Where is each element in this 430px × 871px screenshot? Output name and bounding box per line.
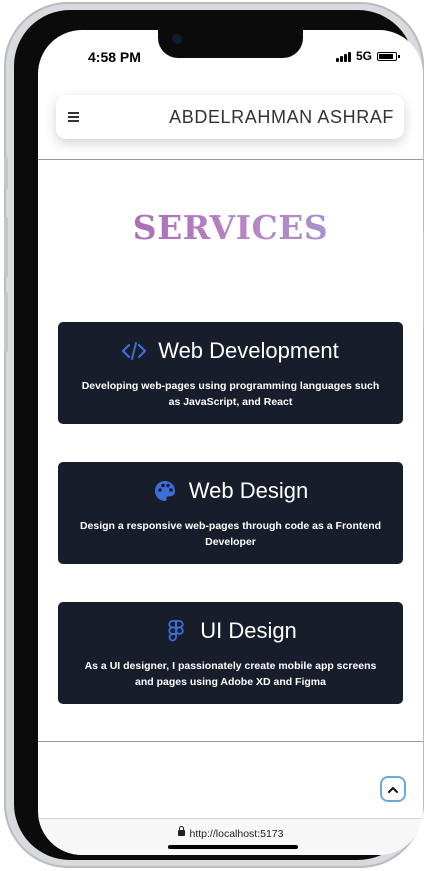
url-text: http://localhost:5173 [189, 828, 284, 840]
signal-icon [335, 51, 351, 62]
battery-icon [377, 51, 400, 61]
service-card: Web Design Design a responsive web-pages… [58, 462, 403, 564]
phone-side-button [4, 217, 8, 277]
screen: 4:58 PM 5G ABDELRAHMAN ASHRAF SERVICES W… [38, 30, 423, 855]
phone-bezel: 4:58 PM 5G ABDELRAHMAN ASHRAF SERVICES W… [14, 10, 423, 860]
status-indicators: 5G [335, 49, 400, 63]
brand-name[interactable]: ABDELRAHMAN ASHRAF [169, 107, 394, 128]
service-description: Design a responsive web-pages through co… [79, 520, 382, 548]
notch [158, 30, 303, 58]
network-type: 5G [355, 49, 372, 63]
phone-side-button [4, 292, 8, 352]
figma-icon [164, 619, 188, 643]
hamburger-icon[interactable] [68, 112, 79, 124]
camera-icon [172, 34, 182, 44]
code-icon [122, 339, 147, 363]
lock-icon [177, 826, 185, 836]
status-time: 4:58 PM [88, 49, 141, 65]
phone-side-button [4, 157, 8, 189]
phone-frame: 4:58 PM 5G ABDELRAHMAN ASHRAF SERVICES W… [4, 2, 424, 868]
chevron-up-icon [388, 786, 398, 793]
browser-address-bar[interactable]: http://localhost:5173 [38, 818, 423, 855]
page-title: SERVICES [38, 208, 423, 247]
service-title: Web Development [158, 338, 339, 363]
header-divider [38, 159, 423, 160]
palette-icon [153, 479, 177, 503]
footer-divider [38, 741, 423, 742]
service-description: Developing web-pages using programming l… [81, 380, 380, 408]
service-card: Web Development Developing web-pages usi… [58, 322, 403, 424]
service-title: UI Design [200, 618, 297, 643]
service-title: Web Design [188, 478, 309, 503]
navbar: ABDELRAHMAN ASHRAF [56, 95, 404, 139]
service-card: UI Design As a UI designer, I passionate… [58, 602, 403, 704]
scroll-to-top-button[interactable] [380, 776, 406, 802]
service-description: As a UI designer, I passionately create … [84, 660, 377, 688]
home-indicator[interactable] [168, 845, 298, 849]
